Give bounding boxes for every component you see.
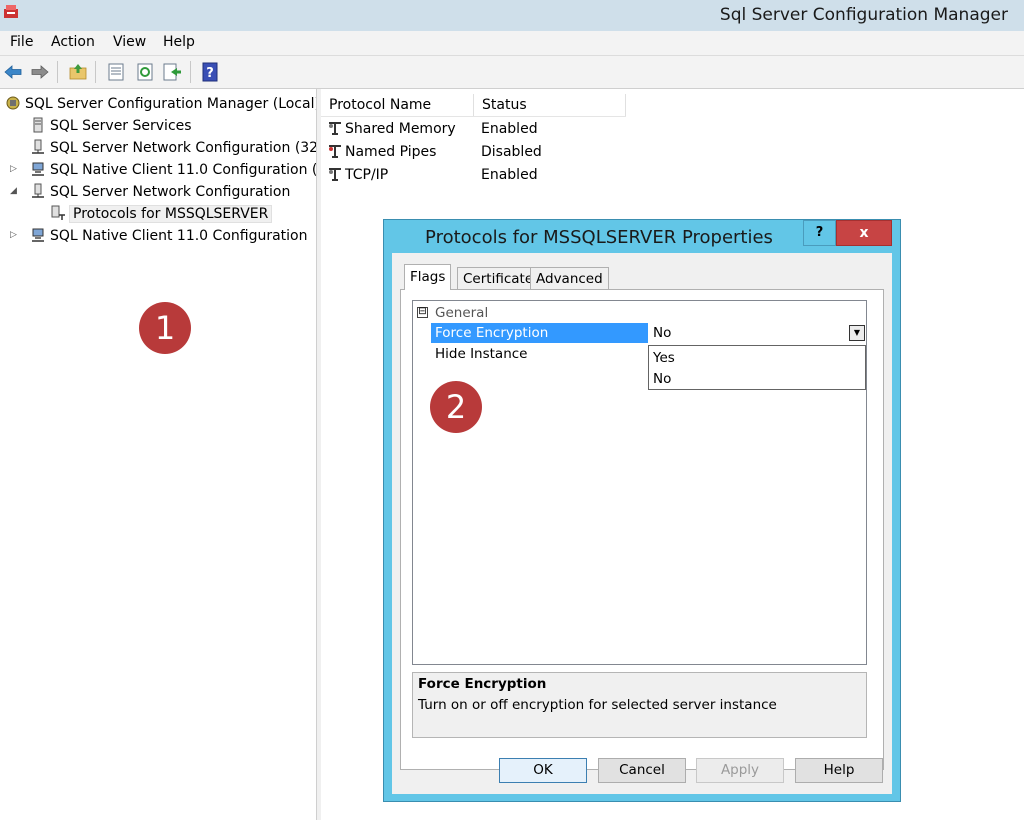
- protocol-icon: [329, 145, 341, 158]
- dialog-help-button[interactable]: ?: [803, 220, 836, 246]
- list-item[interactable]: Named Pipes Disabled: [327, 141, 627, 163]
- back-arrow-icon[interactable]: [3, 62, 23, 82]
- dialog-title: Protocols for MSSQLSERVER Properties: [425, 227, 773, 248]
- forward-arrow-icon[interactable]: [30, 62, 50, 82]
- protocol-name: TCP/IP: [345, 167, 389, 183]
- tab-flags[interactable]: Flags: [404, 264, 452, 290]
- tree-item-network-config[interactable]: SQL Server Network Configuration: [30, 182, 290, 202]
- tree-item-label: SQL Native Client 11.0 Configuration (32…: [50, 162, 316, 178]
- dropdown-option-yes[interactable]: Yes: [653, 348, 675, 368]
- protocol-name: Named Pipes: [345, 144, 437, 160]
- list-item[interactable]: Shared Memory Enabled: [327, 118, 627, 140]
- toolbar-separator: [95, 61, 96, 83]
- toolbar-separator: [190, 61, 191, 83]
- tree-item-label: SQL Server Network Configuration (32bit): [50, 140, 316, 156]
- description-title: Force Encryption: [418, 676, 547, 692]
- menu-help[interactable]: Help: [163, 34, 195, 50]
- protocol-icon: [329, 168, 341, 181]
- callout-2: 2: [430, 381, 482, 433]
- ok-button[interactable]: OK: [499, 758, 587, 783]
- tree-item-protocols-mssqlserver[interactable]: Protocols for MSSQLSERVER: [50, 204, 273, 224]
- dropdown-option-no[interactable]: No: [653, 369, 671, 389]
- protocol-icon: [329, 122, 341, 135]
- protocol-status: Enabled: [481, 121, 538, 137]
- tree-root-label: SQL Server Configuration Manager (Local): [25, 96, 316, 112]
- tree-item-label: SQL Native Client 11.0 Configuration: [50, 228, 308, 244]
- expand-arrow-icon[interactable]: ▷: [10, 230, 20, 240]
- sql-config-app-icon: [4, 5, 18, 18]
- tree-root[interactable]: SQL Server Configuration Manager (Local): [5, 94, 316, 114]
- menu-bar: File Action View Help: [0, 31, 1024, 56]
- properties-dialog: Protocols for MSSQLSERVER Properties ? x…: [383, 219, 901, 802]
- protocol-status: Enabled: [481, 167, 538, 183]
- refresh-icon[interactable]: [135, 62, 155, 82]
- apply-button[interactable]: Apply: [696, 758, 784, 783]
- help-icon[interactable]: ?: [200, 62, 220, 82]
- list-item[interactable]: TCP/IP Enabled: [327, 164, 627, 186]
- menu-view[interactable]: View: [113, 34, 146, 50]
- sql-config-manager-icon: [6, 96, 20, 110]
- collapse-category-icon[interactable]: ⊟: [417, 307, 428, 318]
- category-label: General: [435, 305, 489, 321]
- tab-panel-flags: ⊟ General Force Encryption No ▼ Hide Ins…: [400, 289, 884, 770]
- tree-item-label: Protocols for MSSQLSERVER: [68, 205, 273, 223]
- tab-certificate[interactable]: Certificate: [457, 267, 540, 289]
- tree-pane: SQL Server Configuration Manager (Local)…: [0, 89, 316, 820]
- tab-advanced[interactable]: Advanced: [530, 267, 609, 289]
- callout-1: 1: [139, 302, 191, 354]
- list-header: Protocol Name Status: [321, 94, 626, 117]
- help-button[interactable]: Help: [795, 758, 883, 783]
- native-client-icon: [32, 162, 44, 176]
- svg-text:?: ?: [206, 66, 214, 81]
- export-icon[interactable]: [162, 62, 182, 82]
- window-title: Sql Server Configuration Manager: [719, 5, 1008, 25]
- tree-item-native-client-32bit[interactable]: SQL Native Client 11.0 Configuration (32…: [30, 160, 316, 180]
- property-description-box: Force Encryption Turn on or off encrypti…: [412, 672, 867, 738]
- property-name[interactable]: Force Encryption: [431, 323, 648, 343]
- tree-item-label: SQL Server Services: [50, 118, 192, 134]
- property-value-dropdown[interactable]: No ▼: [649, 323, 866, 343]
- property-name[interactable]: Hide Instance: [431, 344, 648, 364]
- dropdown-list: Yes No: [648, 345, 866, 390]
- collapse-arrow-icon[interactable]: ◢: [10, 186, 20, 196]
- property-value: No: [653, 325, 672, 341]
- toolbar: ?: [0, 56, 1024, 89]
- server-icon: [33, 117, 43, 133]
- network-config-icon: [32, 183, 44, 198]
- menu-file[interactable]: File: [10, 34, 33, 50]
- column-header-status[interactable]: Status: [474, 94, 626, 116]
- property-grid: ⊟ General Force Encryption No ▼ Hide Ins…: [412, 300, 867, 665]
- title-bar: Sql Server Configuration Manager: [0, 0, 1024, 32]
- dialog-body: Flags Certificate Advanced ⊟ General For…: [392, 253, 892, 794]
- protocols-icon: [51, 205, 65, 220]
- dropdown-arrow-icon[interactable]: ▼: [849, 325, 865, 341]
- menu-action[interactable]: Action: [51, 34, 95, 50]
- column-header-protocol-name[interactable]: Protocol Name: [321, 94, 474, 116]
- toolbar-separator: [57, 61, 58, 83]
- up-folder-icon[interactable]: [68, 62, 88, 82]
- protocol-name: Shared Memory: [345, 121, 456, 137]
- protocol-status: Disabled: [481, 144, 542, 160]
- property-category-general: ⊟ General: [413, 303, 866, 323]
- tree-item-native-client[interactable]: SQL Native Client 11.0 Configuration: [30, 226, 307, 246]
- description-text: Turn on or off encryption for selected s…: [418, 697, 777, 713]
- tree-item-network-config-32bit[interactable]: SQL Server Network Configuration (32bit): [30, 138, 316, 158]
- property-row-force-encryption[interactable]: Force Encryption No ▼: [431, 323, 866, 343]
- network-config-icon: [32, 139, 44, 154]
- tree-item-label: SQL Server Network Configuration: [50, 184, 291, 200]
- properties-icon[interactable]: [106, 62, 126, 82]
- expand-arrow-icon[interactable]: ▷: [10, 164, 20, 174]
- cancel-button[interactable]: Cancel: [598, 758, 686, 783]
- tree-item-sql-server-services[interactable]: SQL Server Services: [30, 116, 192, 136]
- native-client-icon: [32, 228, 44, 242]
- dialog-close-button[interactable]: x: [836, 220, 892, 246]
